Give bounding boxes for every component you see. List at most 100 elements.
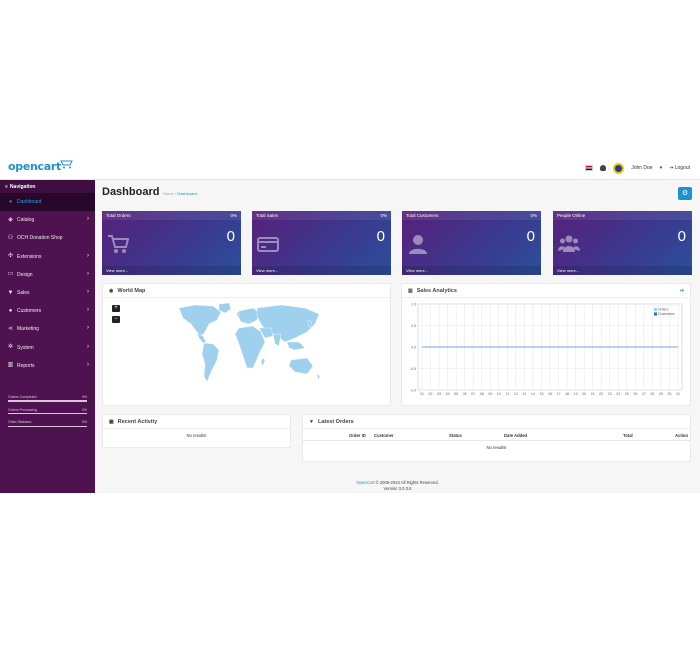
progress-other-statuses: Other Statuses 0% — [8, 420, 87, 427]
notification-bell-icon[interactable] — [600, 165, 607, 171]
footer-version: Version 3.0.3.8 — [383, 486, 412, 491]
puzzle-icon: ✣ — [7, 253, 14, 260]
sidebar-item-system[interactable]: ✲ System › — [0, 339, 95, 357]
top-header: opencart John Doe ▾ ⇥ Logout — [0, 155, 700, 180]
tile-total-orders: Total Orders 0% 0 View more... — [102, 211, 241, 275]
tile-view-more-link[interactable]: View more... — [102, 266, 241, 275]
gear-icon: ✲ — [7, 344, 14, 351]
chevron-right-icon: › — [87, 288, 89, 295]
sales-analytics-chart: 1.0 0.5 0.0 -0.5 -1.0 01 02 03 04 05 06 07 08 09 10 11… — [410, 302, 683, 396]
world-map[interactable] — [173, 302, 323, 397]
logout-icon: ⇥ — [669, 165, 674, 171]
sidebar-item-design[interactable]: ▭ Design › — [0, 266, 95, 284]
chevron-right-icon: › — [87, 361, 89, 368]
chevron-right-icon: › — [87, 307, 89, 314]
chart-x-tick-label: 31 — [676, 392, 680, 396]
chart-y-tick-label: -0.5 — [410, 367, 416, 371]
column-order-id[interactable]: Order ID — [349, 433, 366, 438]
dashboard-settings-button[interactable]: ⚙ — [678, 187, 692, 200]
sidebar-item-dashboard[interactable]: ◕ Dashboard — [0, 193, 95, 212]
chevron-right-icon: › — [87, 252, 89, 259]
chart-x-tick-label: 19 — [574, 392, 578, 396]
progress-bar — [8, 400, 87, 402]
tile-percent: 0% — [530, 213, 537, 218]
breadcrumb-current[interactable]: Dashboard — [177, 191, 197, 196]
world-map-title: World Map — [117, 287, 146, 294]
breadcrumb-home[interactable]: Home — [163, 191, 174, 196]
progress-value: 0% — [81, 420, 87, 425]
recent-activity-header: ▦ Recent Activity — [103, 415, 290, 429]
shopping-cart-icon — [108, 235, 129, 253]
sidebar-item-marketing[interactable]: ⋖ Marketing › — [0, 320, 95, 338]
column-action: Action — [675, 433, 689, 438]
tile-total-customers: Total Customers 0% 0 View more... — [402, 211, 541, 275]
map-europe — [237, 307, 260, 325]
progress-bar — [8, 425, 87, 427]
footer-copyright: © 2009-2024 All Rights Reserved. — [375, 480, 439, 485]
chevron-down-icon[interactable]: ▾ — [660, 165, 663, 171]
sidebar-item-label: Reports — [17, 362, 35, 369]
latest-orders-panel: ▼ Latest Orders Order ID Customer Status… — [302, 414, 691, 462]
chart-y-tick-label: 1.0 — [411, 302, 416, 306]
sidebar-item-och-donation-shop[interactable]: ⚇ OCH Donation Shop — [0, 229, 95, 247]
orders-table-header: Order ID Customer Status Date Added Tota… — [303, 429, 690, 441]
tile-view-more-link[interactable]: View more... — [402, 266, 541, 275]
chart-x-tick-label: 16 — [548, 392, 552, 396]
tile-title: People Online — [557, 213, 586, 218]
sidebar-item-extensions[interactable]: ✣ Extensions › — [0, 248, 95, 266]
tile-view-more-link[interactable]: View more... — [553, 266, 692, 275]
progress-label: Other Statuses — [8, 420, 32, 425]
language-flag-icon[interactable] — [585, 165, 594, 171]
progress-value: 0% — [81, 407, 87, 412]
sidebar-item-customers[interactable]: ● Customers › — [0, 302, 95, 320]
gear-icon: ⚙ — [681, 190, 689, 197]
latest-orders-empty: No results! — [486, 445, 507, 450]
logout-button[interactable]: ⇥ Logout — [669, 165, 690, 171]
tile-view-more-link[interactable]: View more... — [252, 266, 391, 275]
sidebar-item-catalog[interactable]: ◈ Catalog › — [0, 211, 95, 229]
users-icon — [558, 235, 580, 252]
dashboard-icon: ◕ — [8, 198, 13, 205]
chart-x-tick-label: 07 — [471, 392, 475, 396]
chart-x-tick-label: 27 — [642, 392, 646, 396]
share-icon: ⋖ — [7, 325, 14, 332]
recent-activity-empty: No results! — [186, 433, 207, 438]
chart-x-tick-label: 21 — [591, 392, 595, 396]
chart-x-tick-label: 30 — [667, 392, 671, 396]
tile-percent: 0% — [380, 213, 387, 218]
chart-x-tick-label: 04 — [446, 392, 450, 396]
header-actions: John Doe ▾ ⇥ Logout — [585, 161, 690, 175]
footer-opencart-link[interactable]: OpenCart — [356, 480, 374, 485]
chart-legend-swatch — [654, 308, 657, 311]
chart-x-tick-label: 14 — [531, 392, 535, 396]
sidebar-item-reports[interactable]: ▥ Reports › — [0, 357, 95, 375]
cart-icon: ▼ — [7, 289, 14, 296]
sidebar-item-label: Catalog — [17, 217, 35, 224]
map-southeast-asia — [286, 341, 306, 351]
column-status[interactable]: Status — [449, 433, 462, 438]
world-map-header: ◉ World Map — [103, 284, 390, 298]
chart-x-tick-label: 09 — [488, 392, 492, 396]
map-madagascar — [260, 357, 266, 367]
map-zoom-in-button[interactable]: + — [112, 305, 120, 312]
sidebar-title-label: Navigation — [9, 183, 36, 190]
chart-x-tick-label: 29 — [659, 392, 663, 396]
sidebar-item-label: Extensions — [17, 253, 42, 260]
opencart-logo[interactable]: opencart — [8, 160, 61, 173]
sidebar-item-sales[interactable]: ▼ Sales › — [0, 284, 95, 302]
user-name[interactable]: John Doe — [631, 165, 652, 171]
tile-value: 0 — [526, 228, 535, 245]
tile-title: Total Customers — [406, 213, 439, 218]
sales-analytics-header: ▥ Sales Analytics — [402, 284, 690, 298]
column-customer[interactable]: Customer — [374, 433, 394, 438]
monitor-icon: ▭ — [7, 271, 14, 278]
chart-range-dropdown[interactable]: ▪▾ — [680, 288, 684, 294]
column-date-added[interactable]: Date Added — [504, 433, 527, 438]
user-avatar[interactable] — [613, 162, 625, 174]
tile-value: 0 — [677, 228, 686, 245]
sales-analytics-panel: ▥ Sales Analytics ▪▾ 1.0 0.5 0.0 -0.5 -1.0 0… — [401, 283, 691, 406]
progress-value: 0% — [81, 394, 87, 399]
column-total[interactable]: Total — [623, 433, 633, 438]
map-zoom-out-button[interactable]: − — [112, 316, 120, 323]
chart-x-tick-label: 20 — [582, 392, 586, 396]
